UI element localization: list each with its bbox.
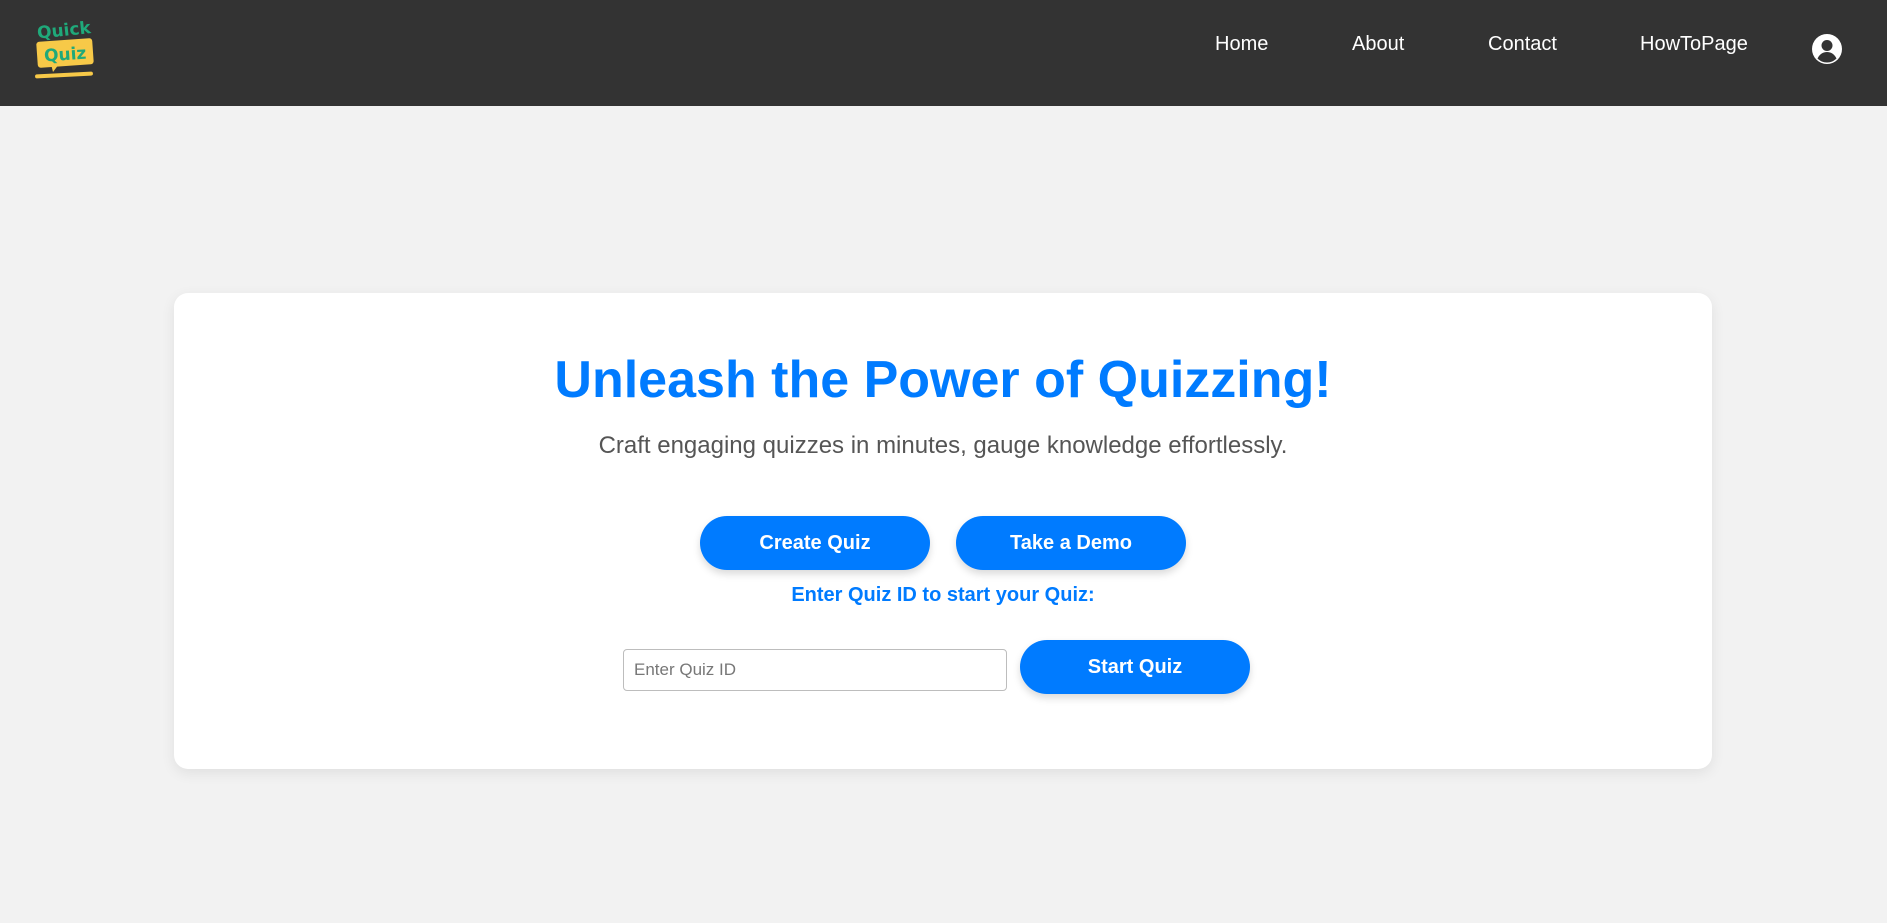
quiz-id-input[interactable] — [623, 649, 1007, 691]
page-subtitle: Craft engaging quizzes in minutes, gauge… — [598, 432, 1288, 459]
take-demo-button[interactable]: Take a Demo — [956, 516, 1186, 570]
user-circle-icon — [1812, 34, 1842, 64]
svg-text:Quiz: Quiz — [43, 44, 87, 67]
nav-contact-link[interactable]: Contact — [1488, 33, 1557, 56]
quiz-id-prompt: Enter Quiz ID to start your Quiz: — [791, 584, 1095, 606]
quick-quiz-logo[interactable]: Quick Quiz — [33, 16, 99, 82]
nav-about-link[interactable]: About — [1352, 33, 1404, 56]
start-quiz-button[interactable]: Start Quiz — [1020, 640, 1250, 694]
create-quiz-button[interactable]: Create Quiz — [700, 516, 930, 570]
profile-button[interactable] — [1811, 33, 1843, 65]
nav-howtopage-link[interactable]: HowToPage — [1640, 33, 1748, 56]
top-navbar: Quick Quiz Home About Contact HowToPage — [0, 0, 1887, 106]
page-title: Unleash the Power of Quizzing! — [554, 351, 1332, 409]
logo-icon: Quick Quiz — [35, 18, 94, 79]
hero-card: Unleash the Power of Quizzing! Craft eng… — [174, 293, 1712, 769]
nav-home-link[interactable]: Home — [1215, 33, 1268, 56]
